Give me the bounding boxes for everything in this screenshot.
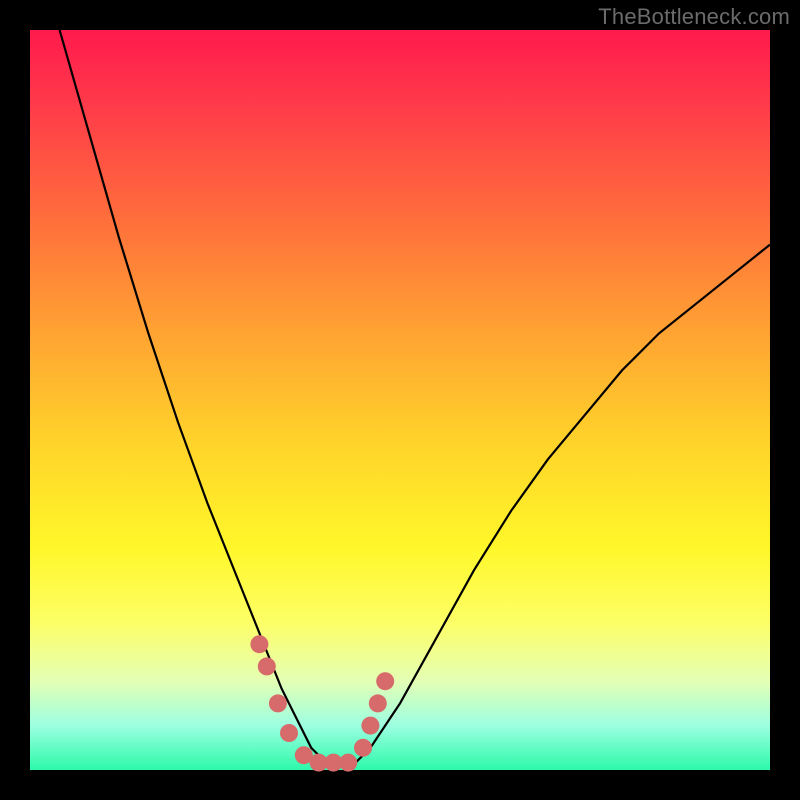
- curve-svg: [30, 30, 770, 770]
- plot-area: [30, 30, 770, 770]
- curve-marker: [280, 724, 298, 742]
- curve-marker: [354, 739, 372, 757]
- curve-marker: [361, 717, 379, 735]
- bottleneck-curve: [60, 30, 770, 763]
- curve-marker: [250, 635, 268, 653]
- curve-marker: [369, 694, 387, 712]
- watermark-text: TheBottleneck.com: [598, 4, 790, 30]
- chart-frame: TheBottleneck.com: [0, 0, 800, 800]
- curve-marker: [269, 694, 287, 712]
- marker-group: [250, 635, 394, 771]
- curve-marker: [258, 657, 276, 675]
- curve-marker: [376, 672, 394, 690]
- curve-marker: [339, 754, 357, 772]
